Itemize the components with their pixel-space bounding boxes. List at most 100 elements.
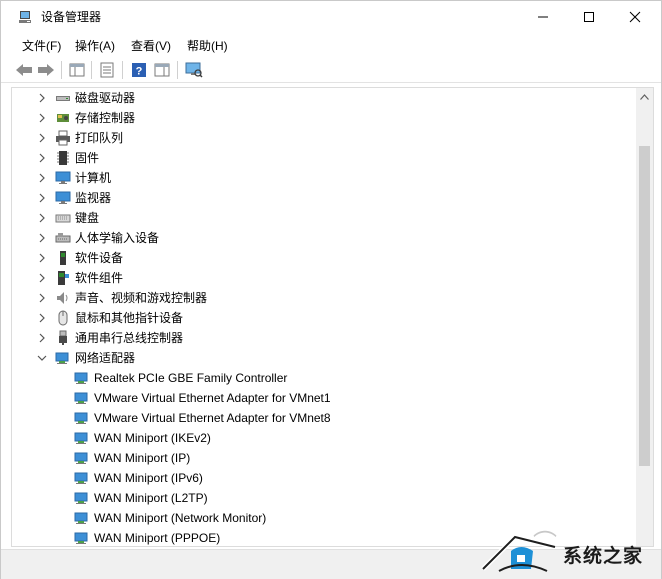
tree-category-software-devices[interactable]: 软件设备 xyxy=(12,248,637,268)
device-manager-icon xyxy=(19,11,31,23)
tree-category-firmware[interactable]: 固件 xyxy=(12,148,637,168)
maximize-icon xyxy=(584,12,594,22)
tree-category-label: 打印队列 xyxy=(75,131,124,145)
tree-device-label: WAN Miniport (IPv6) xyxy=(94,471,203,485)
network-adapter-icon xyxy=(74,412,88,424)
tree-device-row[interactable]: WAN Miniport (IKEv2) xyxy=(12,428,637,448)
printer-icon xyxy=(56,130,70,146)
menu-help[interactable]: 帮助(H) xyxy=(185,37,230,55)
disk-drive-icon xyxy=(56,96,70,101)
tree-device-label: Realtek PCIe GBE Family Controller xyxy=(94,371,288,385)
chevron-down-icon[interactable] xyxy=(36,352,48,364)
software-component-icon xyxy=(58,271,69,285)
back-button[interactable] xyxy=(14,60,34,80)
back-icon xyxy=(16,64,32,76)
vertical-scrollbar[interactable] xyxy=(636,88,653,546)
tree-category-software-components[interactable]: 软件组件 xyxy=(12,268,637,288)
network-adapter-icon xyxy=(74,472,88,484)
scroll-thumb[interactable] xyxy=(639,146,650,466)
toolbar: ? xyxy=(1,57,661,83)
tree-device-label: VMware Virtual Ethernet Adapter for VMne… xyxy=(94,391,331,405)
monitor-icon xyxy=(55,191,71,204)
action-pane-icon xyxy=(154,63,170,77)
tree-device-row[interactable]: Realtek PCIe GBE Family Controller xyxy=(12,368,637,388)
network-adapter-icon xyxy=(74,392,88,404)
mouse-icon xyxy=(58,310,68,326)
help-icon: ? xyxy=(132,63,146,78)
menu-action[interactable]: 操作(A) xyxy=(73,37,117,55)
chevron-right-icon[interactable] xyxy=(36,212,48,224)
tree-category-storage-controllers[interactable]: 存储控制器 xyxy=(12,108,637,128)
tree-category-label: 存储控制器 xyxy=(75,111,136,125)
tree-category-audio[interactable]: 声音、视频和游戏控制器 xyxy=(12,288,637,308)
hid-icon xyxy=(55,233,71,243)
chevron-right-icon[interactable] xyxy=(36,272,48,284)
network-adapter-icon xyxy=(74,512,88,524)
close-button[interactable] xyxy=(612,1,658,33)
tree-device-label: WAN Miniport (IKEv2) xyxy=(94,431,211,445)
scroll-up-button[interactable] xyxy=(636,88,653,105)
tree-device-row[interactable]: WAN Miniport (IPv6) xyxy=(12,468,637,488)
tree-device-row[interactable]: WAN Miniport (L2TP) xyxy=(12,488,637,508)
tree-category-label: 键盘 xyxy=(75,211,100,225)
forward-icon xyxy=(38,64,54,76)
tree-category-usb[interactable]: 通用串行总线控制器 xyxy=(12,328,637,348)
chevron-right-icon[interactable] xyxy=(36,252,48,264)
tree-category-label: 软件组件 xyxy=(75,271,124,285)
scan-hardware-button[interactable] xyxy=(184,60,204,80)
tree-category-mice[interactable]: 鼠标和其他指针设备 xyxy=(12,308,637,328)
software-device-icon xyxy=(60,251,66,265)
tree-category-monitors[interactable]: 监视器 xyxy=(12,188,637,208)
chevron-right-icon[interactable] xyxy=(36,192,48,204)
computer-icon xyxy=(55,171,71,184)
chevron-right-icon[interactable] xyxy=(36,332,48,344)
device-tree[interactable]: 磁盘驱动器 存储控制器 打印队列 固件 计算机 监视器 键盘 人体学输入设备 软… xyxy=(11,87,654,547)
chevron-right-icon[interactable] xyxy=(36,112,48,124)
forward-button[interactable] xyxy=(36,60,56,80)
chevron-right-icon[interactable] xyxy=(36,152,48,164)
tree-category-label: 鼠标和其他指针设备 xyxy=(75,311,184,325)
minimize-button[interactable] xyxy=(520,1,566,33)
tree-device-row[interactable]: VMware Virtual Ethernet Adapter for VMne… xyxy=(12,408,637,428)
tree-category-label: 声音、视频和游戏控制器 xyxy=(75,291,208,305)
tree-category-network-adapters[interactable]: 网络适配器 xyxy=(12,348,637,368)
tree-category-hid[interactable]: 人体学输入设备 xyxy=(12,228,637,248)
tree-category-computer[interactable]: 计算机 xyxy=(12,168,637,188)
show-hide-tree-button[interactable] xyxy=(67,60,87,80)
action-pane-button[interactable] xyxy=(152,60,172,80)
help-button[interactable]: ? xyxy=(129,60,149,80)
menu-view[interactable]: 查看(V) xyxy=(129,37,173,55)
properties-button[interactable] xyxy=(97,60,117,80)
toolbar-separator xyxy=(177,61,178,79)
chevron-right-icon[interactable] xyxy=(36,292,48,304)
chevron-right-icon[interactable] xyxy=(36,132,48,144)
menu-file[interactable]: 文件(F) xyxy=(20,37,63,55)
title-bar[interactable]: 设备管理器 xyxy=(1,1,661,33)
chevron-up-icon xyxy=(640,93,649,100)
close-icon xyxy=(629,11,641,23)
chevron-right-icon[interactable] xyxy=(36,172,48,184)
tree-category-label: 软件设备 xyxy=(75,251,124,265)
tree-device-label: WAN Miniport (L2TP) xyxy=(94,491,208,505)
tree-device-row[interactable]: WAN Miniport (IP) xyxy=(12,448,637,468)
network-adapter-icon xyxy=(74,372,88,384)
chevron-right-icon[interactable] xyxy=(36,92,48,104)
device-manager-window: 设备管理器 文件(F) 操作(A) 查看(V) 帮助(H) ? 磁盘驱动器 存储… xyxy=(0,0,662,579)
toolbar-separator xyxy=(122,61,123,79)
tree-category-disk-drives[interactable]: 磁盘驱动器 xyxy=(12,88,637,108)
network-adapter-icon xyxy=(74,492,88,504)
network-adapter-icon xyxy=(55,352,69,364)
chevron-right-icon[interactable] xyxy=(36,312,48,324)
tree-device-row[interactable]: VMware Virtual Ethernet Adapter for VMne… xyxy=(12,388,637,408)
window-title: 设备管理器 xyxy=(41,10,102,24)
tree-category-keyboards[interactable]: 键盘 xyxy=(12,208,637,228)
properties-icon xyxy=(100,62,114,78)
toolbar-separator xyxy=(61,61,62,79)
chevron-right-icon[interactable] xyxy=(36,232,48,244)
tree-category-label: 磁盘驱动器 xyxy=(75,91,136,105)
tree-category-print-queues[interactable]: 打印队列 xyxy=(12,128,637,148)
tree-device-label: VMware Virtual Ethernet Adapter for VMne… xyxy=(94,411,331,425)
maximize-button[interactable] xyxy=(566,1,612,33)
watermark-logo: ⌒ 系统之家 xyxy=(473,521,662,579)
tree-device-label: WAN Miniport (PPPOE) xyxy=(94,531,221,545)
